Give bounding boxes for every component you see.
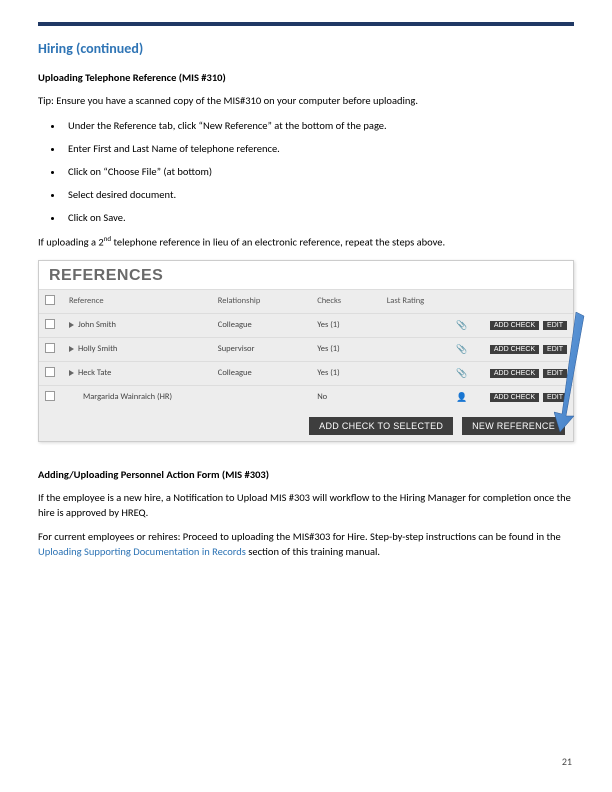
reference-relationship: Supervisor: [212, 337, 311, 361]
reference-relationship: Colleague: [212, 313, 311, 337]
new-reference-button[interactable]: NEW REFERENCE: [462, 417, 565, 435]
col-header-reference: Reference: [63, 289, 212, 313]
add-check-to-selected-button[interactable]: ADD CHECK TO SELECTED: [309, 417, 453, 435]
checkbox-icon[interactable]: [45, 295, 55, 305]
col-header-checks: Checks: [311, 289, 381, 313]
add-check-button[interactable]: ADD CHECK: [490, 369, 539, 378]
tip-paragraph: Tip: Ensure you have a scanned copy of t…: [38, 94, 574, 109]
add-check-button[interactable]: ADD CHECK: [490, 393, 539, 402]
checkbox-icon[interactable]: [45, 391, 55, 401]
table-row: Holly Smith Supervisor Yes (1) 📎 ADD CHE…: [39, 337, 573, 361]
reference-relationship: Colleague: [212, 361, 311, 385]
paragraph-current-employees: For current employees or rehires: Procee…: [38, 530, 574, 559]
checkbox-icon[interactable]: [45, 367, 55, 377]
table-row: John Smith Colleague Yes (1) 📎 ADD CHECK…: [39, 313, 573, 337]
paperclip-icon: 📎: [456, 320, 467, 331]
list-item: Select desired document.: [64, 188, 574, 201]
section-heading-upload-telephone: Uploading Telephone Reference (MIS #310): [38, 71, 574, 84]
references-footer-buttons: ADD CHECK TO SELECTED NEW REFERENCE: [39, 409, 573, 435]
uploading-supporting-docs-link[interactable]: Uploading Supporting Documentation in Re…: [38, 545, 246, 558]
list-item: Click on “Choose File” (at bottom): [64, 165, 574, 178]
page-top-rule: [38, 22, 574, 26]
col-header-last-rating: Last Rating: [381, 289, 451, 313]
references-panel-title: REFERENCES: [39, 261, 573, 289]
checkbox-icon[interactable]: [45, 319, 55, 329]
reference-checks: Yes (1): [311, 337, 381, 361]
edit-button[interactable]: EDIT: [543, 345, 567, 354]
paperclip-icon: 📎: [456, 368, 467, 379]
expand-icon[interactable]: [69, 370, 74, 376]
para-text-suffix: section of this training manual.: [246, 545, 380, 558]
note-text-suffix: telephone reference in lieu of an electr…: [111, 235, 445, 248]
page-title: Hiring (continued): [38, 40, 574, 57]
list-item: Under the Reference tab, click “New Refe…: [64, 119, 574, 132]
add-check-button[interactable]: ADD CHECK: [490, 345, 539, 354]
list-item: Enter First and Last Name of telephone r…: [64, 142, 574, 155]
note-paragraph: If uploading a 2nd telephone reference i…: [38, 234, 574, 250]
table-row: Heck Tate Colleague Yes (1) 📎 ADD CHECK …: [39, 361, 573, 385]
reference-checks: Yes (1): [311, 361, 381, 385]
references-table: Reference Relationship Checks Last Ratin…: [39, 289, 573, 409]
person-icon: 👤: [456, 392, 467, 403]
note-superscript: nd: [104, 234, 111, 243]
steps-list: Under the Reference tab, click “New Refe…: [64, 119, 574, 224]
table-header-row: Reference Relationship Checks Last Ratin…: [39, 289, 573, 313]
paragraph-new-hire: If the employee is a new hire, a Notific…: [38, 491, 574, 520]
references-screenshot: REFERENCES Reference Relationship Checks…: [38, 260, 574, 442]
reference-name: Holly Smith: [78, 344, 117, 354]
reference-checks: No: [311, 385, 381, 409]
edit-button[interactable]: EDIT: [543, 321, 567, 330]
reference-name: Margarida Wainraich (HR): [83, 392, 172, 402]
section-heading-personnel-action-form: Adding/Uploading Personnel Action Form (…: [38, 468, 574, 481]
col-header-relationship: Relationship: [212, 289, 311, 313]
list-item: Click on Save.: [64, 211, 574, 224]
edit-button[interactable]: EDIT: [543, 393, 567, 402]
expand-icon[interactable]: [69, 322, 74, 328]
edit-button[interactable]: EDIT: [543, 369, 567, 378]
para-text-prefix: For current employees or rehires: Procee…: [38, 530, 561, 543]
reference-checks: Yes (1): [311, 313, 381, 337]
reference-name: John Smith: [78, 320, 116, 330]
reference-relationship: [212, 385, 311, 409]
table-row: Margarida Wainraich (HR) No 👤 ADD CHECK …: [39, 385, 573, 409]
page-number: 21: [562, 755, 572, 768]
reference-name: Heck Tate: [78, 368, 111, 378]
checkbox-icon[interactable]: [45, 343, 55, 353]
note-text-prefix: If uploading a 2: [38, 235, 104, 248]
expand-icon[interactable]: [69, 346, 74, 352]
add-check-button[interactable]: ADD CHECK: [490, 321, 539, 330]
paperclip-icon: 📎: [456, 344, 467, 355]
